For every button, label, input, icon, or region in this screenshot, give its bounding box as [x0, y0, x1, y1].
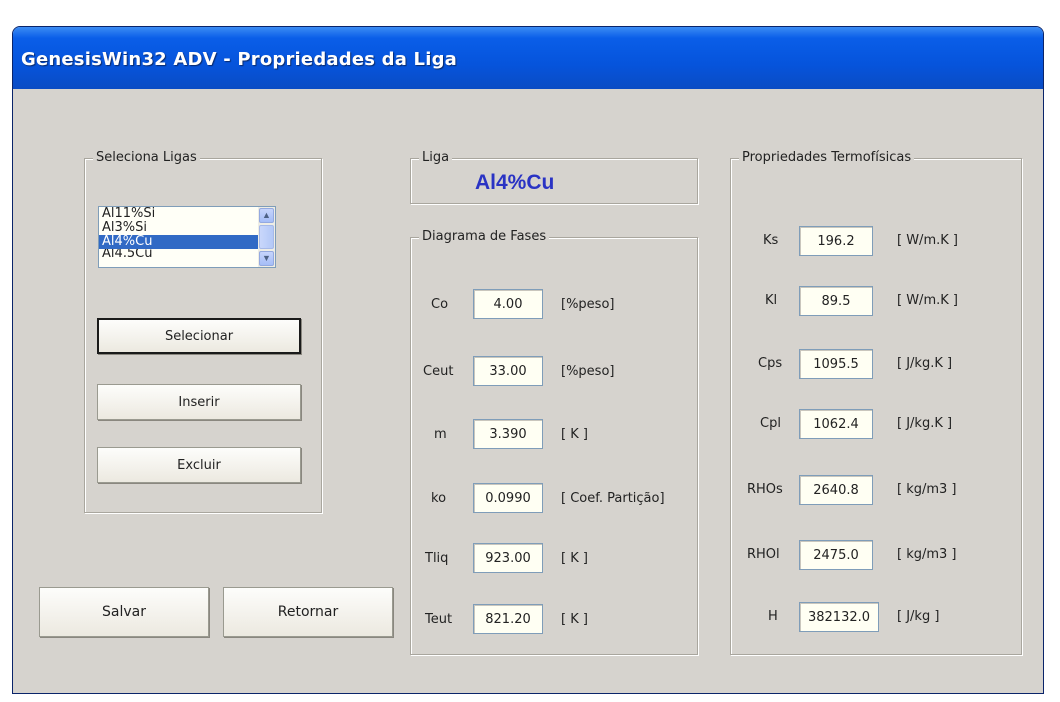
retornar-button[interactable]: Retornar: [223, 587, 393, 637]
ks-label: Ks: [763, 233, 779, 248]
teut-unit: [ K ]: [561, 612, 588, 627]
ceut-field[interactable]: 33.00: [473, 356, 543, 386]
scroll-down-icon[interactable]: ▼: [259, 251, 274, 266]
kl-unit: [ W/m.K ]: [897, 293, 958, 308]
h-label: H: [768, 609, 778, 624]
tliq-label: Tliq: [425, 551, 449, 566]
cps-field[interactable]: 1095.5: [799, 349, 873, 379]
ceut-label: Ceut: [423, 364, 454, 379]
cpl-unit: [ J/kg.K ]: [897, 416, 953, 431]
ko-label: ko: [431, 491, 447, 506]
inserir-button[interactable]: Inserir: [97, 384, 301, 420]
propriedades-legend: Propriedades Termofísicas: [739, 150, 915, 165]
rhol-label: RHOl: [747, 547, 780, 562]
ligas-listbox[interactable]: Al11%Si Al3%Si Al4%Cu Al4,5Cu ▲ ▼: [98, 206, 276, 268]
teut-label: Teut: [425, 612, 453, 627]
kl-field[interactable]: 89.5: [799, 286, 873, 316]
scroll-thumb[interactable]: [259, 225, 274, 249]
co-unit: [%peso]: [561, 297, 615, 312]
list-item[interactable]: Al3%Si: [99, 221, 275, 235]
listbox-scrollbar[interactable]: ▲ ▼: [258, 207, 275, 267]
rhol-field[interactable]: 2475.0: [799, 540, 873, 570]
co-field[interactable]: 4.00: [473, 289, 543, 319]
m-field[interactable]: 3.390: [473, 419, 543, 449]
co-label: Co: [431, 297, 449, 312]
h-field[interactable]: 382132.0: [799, 602, 879, 632]
ko-field[interactable]: 0.0990: [473, 483, 543, 513]
selecionar-button[interactable]: Selecionar: [97, 318, 301, 354]
diagrama-de-fases-group: Diagrama de Fases: [410, 229, 698, 655]
ks-field[interactable]: 196.2: [799, 226, 873, 256]
properties-window: GenesisWin32 ADV - Propriedades da Liga …: [12, 26, 1044, 694]
title-bar[interactable]: GenesisWin32 ADV - Propriedades da Liga: [13, 27, 1043, 89]
excluir-button[interactable]: Excluir: [97, 447, 301, 483]
list-item[interactable]: Al4,5Cu: [99, 249, 275, 257]
ceut-unit: [%peso]: [561, 364, 615, 379]
rhos-unit: [ kg/m3 ]: [897, 482, 957, 497]
liga-group: Liga Al4%Cu: [410, 150, 698, 204]
tliq-field[interactable]: 923.00: [473, 543, 543, 573]
liga-legend: Liga: [419, 150, 453, 165]
m-label: m: [434, 427, 447, 442]
ko-unit: [ Coef. Partição]: [561, 491, 665, 506]
seleciona-ligas-legend: Seleciona Ligas: [93, 150, 200, 165]
teut-field[interactable]: 821.20: [473, 604, 543, 634]
diagrama-legend: Diagrama de Fases: [419, 229, 550, 244]
scroll-up-icon[interactable]: ▲: [259, 208, 274, 223]
list-item[interactable]: Al11%Si: [99, 207, 275, 221]
cps-unit: [ J/kg.K ]: [897, 356, 953, 371]
window-title: GenesisWin32 ADV - Propriedades da Liga: [21, 49, 458, 70]
rhos-label: RHOs: [747, 482, 783, 497]
tliq-unit: [ K ]: [561, 551, 588, 566]
m-unit: [ K ]: [561, 427, 588, 442]
cps-label: Cps: [758, 356, 783, 371]
rhos-field[interactable]: 2640.8: [799, 475, 873, 505]
h-unit: [ J/kg ]: [897, 609, 940, 624]
cpl-field[interactable]: 1062.4: [799, 409, 873, 439]
salvar-button[interactable]: Salvar: [39, 587, 209, 637]
ks-unit: [ W/m.K ]: [897, 233, 958, 248]
cpl-label: Cpl: [760, 416, 781, 431]
kl-label: Kl: [765, 293, 778, 308]
list-item-selected[interactable]: Al4%Cu: [99, 235, 275, 249]
rhol-unit: [ kg/m3 ]: [897, 547, 957, 562]
liga-value: Al4%Cu: [475, 171, 555, 194]
